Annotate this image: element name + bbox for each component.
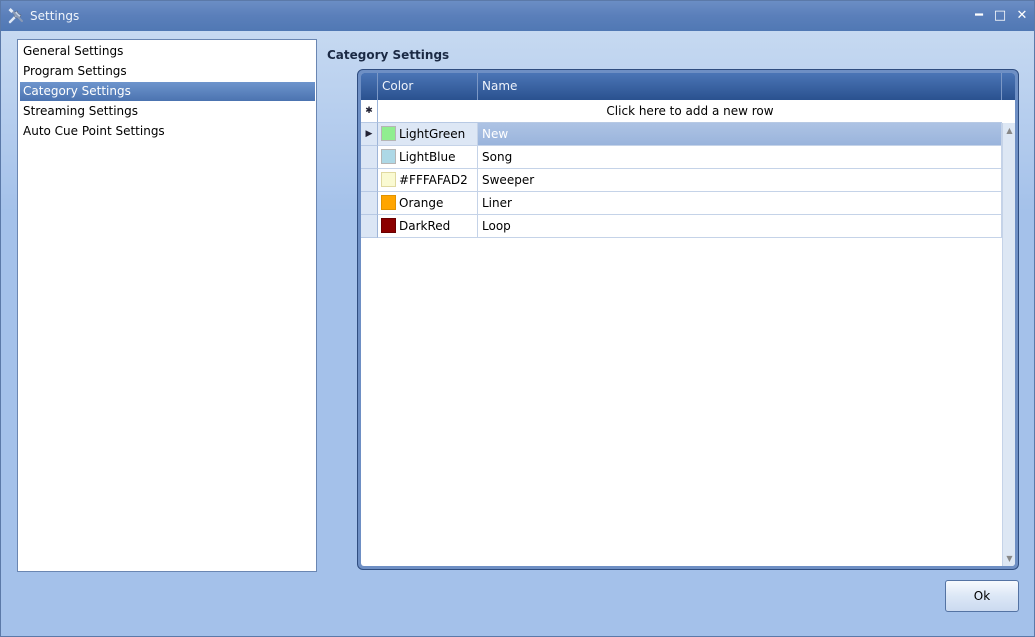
name-cell[interactable]: New [478, 123, 1002, 146]
category-grid[interactable]: Color Name ✱ Click here to add a new row… [361, 73, 1015, 566]
minimize-button[interactable]: ━ [970, 7, 988, 25]
name-cell[interactable]: Liner [478, 192, 1002, 215]
column-header-color-label: Color [382, 79, 414, 93]
color-cell[interactable]: Orange [378, 192, 478, 215]
settings-window: Settings ━ □ ✕ General Settings Program … [0, 0, 1035, 637]
row-selector[interactable] [361, 215, 378, 238]
name-cell[interactable]: Sweeper [478, 169, 1002, 192]
color-cell[interactable]: LightBlue [378, 146, 478, 169]
column-header-color[interactable]: Color [378, 73, 478, 100]
vertical-scrollbar[interactable]: ▲ ▼ [1002, 123, 1015, 566]
color-label: Orange [399, 196, 444, 210]
color-swatch [381, 149, 396, 164]
row-selector[interactable] [361, 146, 378, 169]
color-label: #FFFAFAD2 [399, 173, 468, 187]
color-cell[interactable]: #FFFAFAD2 [378, 169, 478, 192]
settings-nav-list: General Settings Program Settings Catego… [17, 39, 317, 572]
category-grid-frame: Color Name ✱ Click here to add a new row… [357, 69, 1019, 570]
color-label: DarkRed [399, 219, 451, 233]
name-cell[interactable]: Song [478, 146, 1002, 169]
color-swatch [381, 126, 396, 141]
row-header-corner [361, 73, 378, 100]
maximize-button[interactable]: □ [991, 7, 1009, 25]
content-area: General Settings Program Settings Catego… [1, 31, 1034, 636]
name-cell[interactable]: Loop [478, 215, 1002, 238]
header-filler [1002, 73, 1015, 100]
nav-item-category-settings[interactable]: Category Settings [20, 82, 315, 101]
section-title: Category Settings [327, 48, 450, 62]
column-header-name-label: Name [482, 79, 518, 93]
new-row-marker-icon: ✱ [361, 100, 378, 123]
nav-item-general-settings[interactable]: General Settings [20, 42, 315, 61]
color-swatch [381, 172, 396, 187]
nav-item-streaming-settings[interactable]: Streaming Settings [20, 102, 315, 121]
color-swatch [381, 195, 396, 210]
title-bar[interactable]: Settings ━ □ ✕ [1, 1, 1034, 31]
scroll-down-arrow-icon[interactable]: ▼ [1004, 553, 1015, 564]
tools-icon [8, 8, 23, 24]
color-cell[interactable]: DarkRed [378, 215, 478, 238]
row-selector[interactable] [361, 169, 378, 192]
color-label: LightGreen [399, 127, 466, 141]
add-new-row[interactable]: Click here to add a new row [378, 100, 1002, 123]
nav-item-program-settings[interactable]: Program Settings [20, 62, 315, 81]
column-header-name[interactable]: Name [478, 73, 1002, 100]
current-row-arrow-icon[interactable]: ▶ [361, 123, 378, 146]
scroll-up-arrow-icon[interactable]: ▲ [1004, 125, 1015, 136]
color-cell[interactable]: LightGreen [378, 123, 478, 146]
color-label: LightBlue [399, 150, 456, 164]
color-swatch [381, 218, 396, 233]
ok-button[interactable]: Ok [945, 580, 1019, 612]
row-selector[interactable] [361, 192, 378, 215]
close-button[interactable]: ✕ [1013, 7, 1031, 25]
window-title: Settings [30, 9, 80, 23]
nav-item-auto-cue-point-settings[interactable]: Auto Cue Point Settings [20, 122, 315, 141]
